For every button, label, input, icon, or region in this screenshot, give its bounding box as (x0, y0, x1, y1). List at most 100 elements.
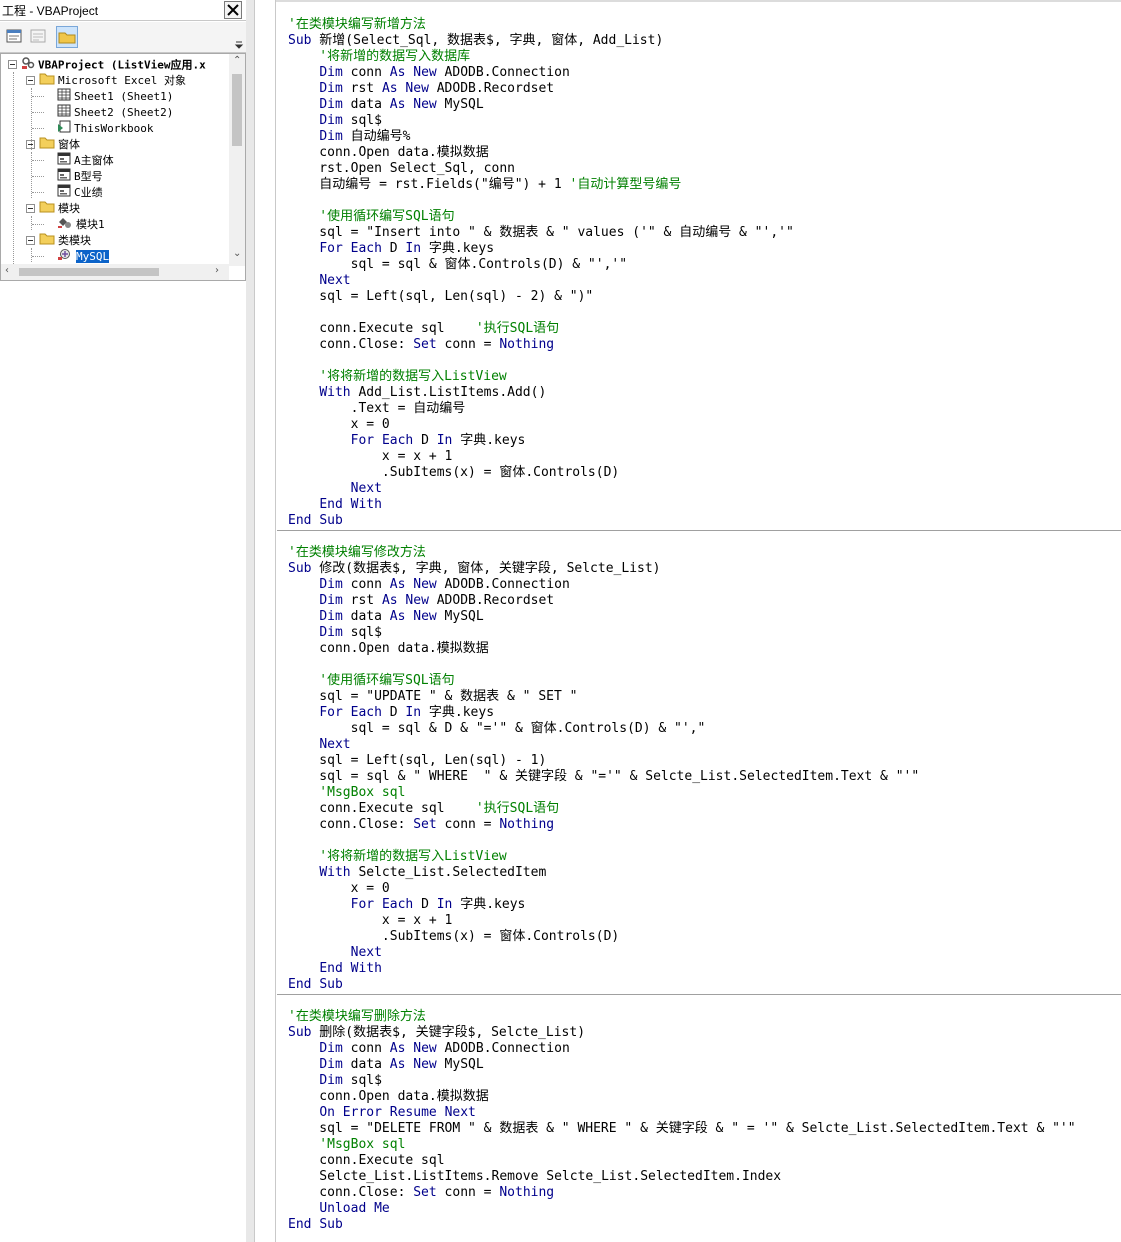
view-object-icon[interactable] (28, 26, 50, 48)
code-line[interactable]: Sub 删除(数据表$, 关键字段$, Selcte_List) (288, 1025, 585, 1041)
tree-item[interactable]: MySQL (57, 248, 110, 264)
code-line[interactable]: x = x + 1 (288, 913, 452, 929)
code-line[interactable]: Next (288, 481, 382, 497)
code-line[interactable]: sql = sql & " WHERE " & 关键字段 & "='" & Se… (288, 769, 919, 785)
code-line[interactable]: '将将新增的数据写入ListView (288, 369, 506, 385)
tree-item[interactable]: Microsoft Excel 对象 (39, 72, 186, 88)
tree-item[interactable]: B型号 (57, 168, 103, 184)
code-line[interactable]: sql = "DELETE FROM " & 数据表 & " WHERE " &… (288, 1121, 1075, 1137)
code-line[interactable]: x = 0 (288, 417, 390, 433)
code-line[interactable]: 'MsgBox sql (288, 785, 405, 801)
code-line[interactable]: End Sub (288, 1217, 343, 1233)
code-line[interactable]: Unload Me (288, 1201, 389, 1217)
code-line[interactable]: Dim 自动编号% (288, 129, 410, 145)
close-icon[interactable] (224, 1, 242, 19)
project-tree[interactable]: VBAProject (ListView应用.x Microsoft Excel … (0, 53, 246, 281)
code-line[interactable]: conn.Open data.模拟数据 (288, 145, 488, 161)
code-line[interactable]: Dim rst As New ADODB.Recordset (288, 81, 554, 97)
code-line[interactable]: Sub 修改(数据表$, 字典, 窗体, 关键字段, Selcte_List) (288, 561, 661, 577)
code-line[interactable]: Dim sql$ (288, 625, 382, 641)
tree-collapse-toggle[interactable] (8, 60, 17, 69)
code-line[interactable]: sql = Left(sql, Len(sql) - 1) (288, 753, 546, 769)
code-line[interactable]: conn.Open data.模拟数据 (288, 641, 488, 657)
code-line[interactable]: .SubItems(x) = 窗体.Controls(D) (288, 929, 619, 945)
code-line[interactable]: .SubItems(x) = 窗体.Controls(D) (288, 465, 619, 481)
code-line[interactable]: '使用循环编写SQL语句 (288, 209, 454, 225)
code-line[interactable]: Selcte_List.ListItems.Remove Selcte_List… (288, 1169, 781, 1185)
tree-item[interactable]: 模块1 (57, 216, 105, 232)
view-code-icon[interactable] (4, 26, 26, 48)
code-line[interactable]: Next (288, 945, 382, 961)
code-line[interactable]: conn.Open data.模拟数据 (288, 1089, 488, 1105)
code-line[interactable]: x = x + 1 (288, 449, 452, 465)
tree-item[interactable]: 模块 (39, 200, 80, 216)
tree-item[interactable]: Sheet1 (Sheet1) (57, 88, 173, 104)
code-line[interactable]: '使用循环编写SQL语句 (288, 673, 454, 689)
code-line[interactable]: x = 0 (288, 881, 390, 897)
tree-item[interactable]: 窗体 (39, 136, 80, 152)
tree-item[interactable]: C业绩 (57, 184, 103, 200)
code-line[interactable]: For Each D In 字典.keys (288, 705, 494, 721)
code-line[interactable]: Dim sql$ (288, 113, 382, 129)
scroll-down-icon[interactable]: ⌄ (233, 248, 241, 259)
code-line[interactable]: End Sub (288, 977, 343, 993)
code-line[interactable]: Dim conn As New ADODB.Connection (288, 65, 569, 81)
code-line[interactable]: With Selcte_List.SelectedItem (288, 865, 546, 881)
scroll-right-icon[interactable]: › (215, 265, 219, 276)
code-line[interactable]: For Each D In 字典.keys (288, 433, 526, 449)
code-line[interactable]: Dim data As New MySQL (288, 1057, 483, 1073)
code-line[interactable]: conn.Close: Set conn = Nothing (288, 337, 554, 353)
code-line[interactable]: conn.Execute sql '执行SQL语句 (288, 801, 559, 817)
tree-item[interactable]: A主窗体 (57, 152, 114, 168)
tree-collapse-toggle[interactable] (26, 76, 35, 85)
tree-collapse-toggle[interactable] (26, 204, 35, 213)
code-line[interactable]: conn.Execute sql (288, 1153, 444, 1169)
code-line[interactable]: Next (288, 273, 350, 289)
margin-indicator-bar[interactable] (254, 0, 276, 1242)
code-line[interactable]: Dim conn As New ADODB.Connection (288, 577, 569, 593)
code-line[interactable]: Next (288, 737, 350, 753)
code-line[interactable]: sql = "Insert into " & 数据表 & " values ('… (288, 225, 794, 241)
code-line[interactable]: rst.Open Select_Sql, conn (288, 161, 515, 177)
code-line[interactable]: '在类模块编写修改方法 (288, 545, 426, 561)
code-editor[interactable]: '在类模块编写新增方法 Sub 新增(Select_Sql, 数据表$, 字典, … (277, 2, 1121, 1242)
code-line[interactable]: conn.Close: Set conn = Nothing (288, 1185, 554, 1201)
tree-horizontal-scrollbar[interactable]: ‹ › (1, 264, 229, 280)
code-line[interactable]: Sub 新增(Select_Sql, 数据表$, 字典, 窗体, Add_Lis… (288, 33, 663, 49)
code-line[interactable]: End With (288, 961, 382, 977)
tree-vertical-scroll-thumb[interactable] (232, 74, 242, 146)
code-line[interactable]: .Text = 自动编号 (288, 401, 466, 417)
code-line[interactable]: For Each D In 字典.keys (288, 241, 494, 257)
code-line[interactable]: With Add_List.ListItems.Add() (288, 385, 546, 401)
tree-item[interactable]: Sheet2 (Sheet2) (57, 104, 173, 120)
code-line[interactable]: sql = sql & 窗体.Controls(D) & "','" (288, 257, 627, 273)
tree-item[interactable]: VBAProject (ListView应用.x (21, 56, 206, 72)
code-line[interactable]: sql = "UPDATE " & 数据表 & " SET " (288, 689, 577, 705)
code-line[interactable]: sql = sql & D & "='" & 窗体.Controls(D) & … (288, 721, 706, 737)
code-line[interactable]: For Each D In 字典.keys (288, 897, 526, 913)
code-line[interactable]: '在类模块编写新增方法 (288, 17, 426, 33)
code-line[interactable]: End Sub (288, 513, 343, 529)
tree-horizontal-scroll-thumb[interactable] (19, 268, 159, 276)
code-line[interactable]: End With (288, 497, 382, 513)
code-line[interactable]: conn.Close: Set conn = Nothing (288, 817, 554, 833)
code-line[interactable]: On Error Resume Next (288, 1105, 476, 1121)
tree-item[interactable]: ThisWorkbook (57, 120, 153, 136)
code-line[interactable]: Dim conn As New ADODB.Connection (288, 1041, 569, 1057)
tree-vertical-scrollbar[interactable]: ⌃ ⌄ (229, 54, 245, 266)
code-line[interactable]: '将新增的数据写入数据库 (288, 49, 470, 65)
code-line[interactable]: Dim data As New MySQL (288, 609, 483, 625)
code-line[interactable]: sql = Left(sql, Len(sql) - 2) & ")" (288, 289, 593, 305)
tree-collapse-toggle[interactable] (26, 236, 35, 245)
toolbar-overflow-icon[interactable] (234, 22, 244, 50)
code-line[interactable]: 'MsgBox sql (288, 1137, 405, 1153)
toggle-folders-icon[interactable] (56, 26, 78, 48)
code-line[interactable]: Dim rst As New ADODB.Recordset (288, 593, 554, 609)
pane-splitter[interactable] (246, 0, 254, 1242)
tree-item[interactable]: 类模块 (39, 232, 91, 248)
code-line[interactable]: '在类模块编写删除方法 (288, 1009, 426, 1025)
code-line[interactable]: '将将新增的数据写入ListView (288, 849, 506, 865)
code-line[interactable]: Dim data As New MySQL (288, 97, 483, 113)
scroll-up-icon[interactable]: ⌃ (233, 55, 241, 66)
code-line[interactable]: 自动编号 = rst.Fields("编号") + 1 '自动计算型号编号 (288, 177, 681, 193)
